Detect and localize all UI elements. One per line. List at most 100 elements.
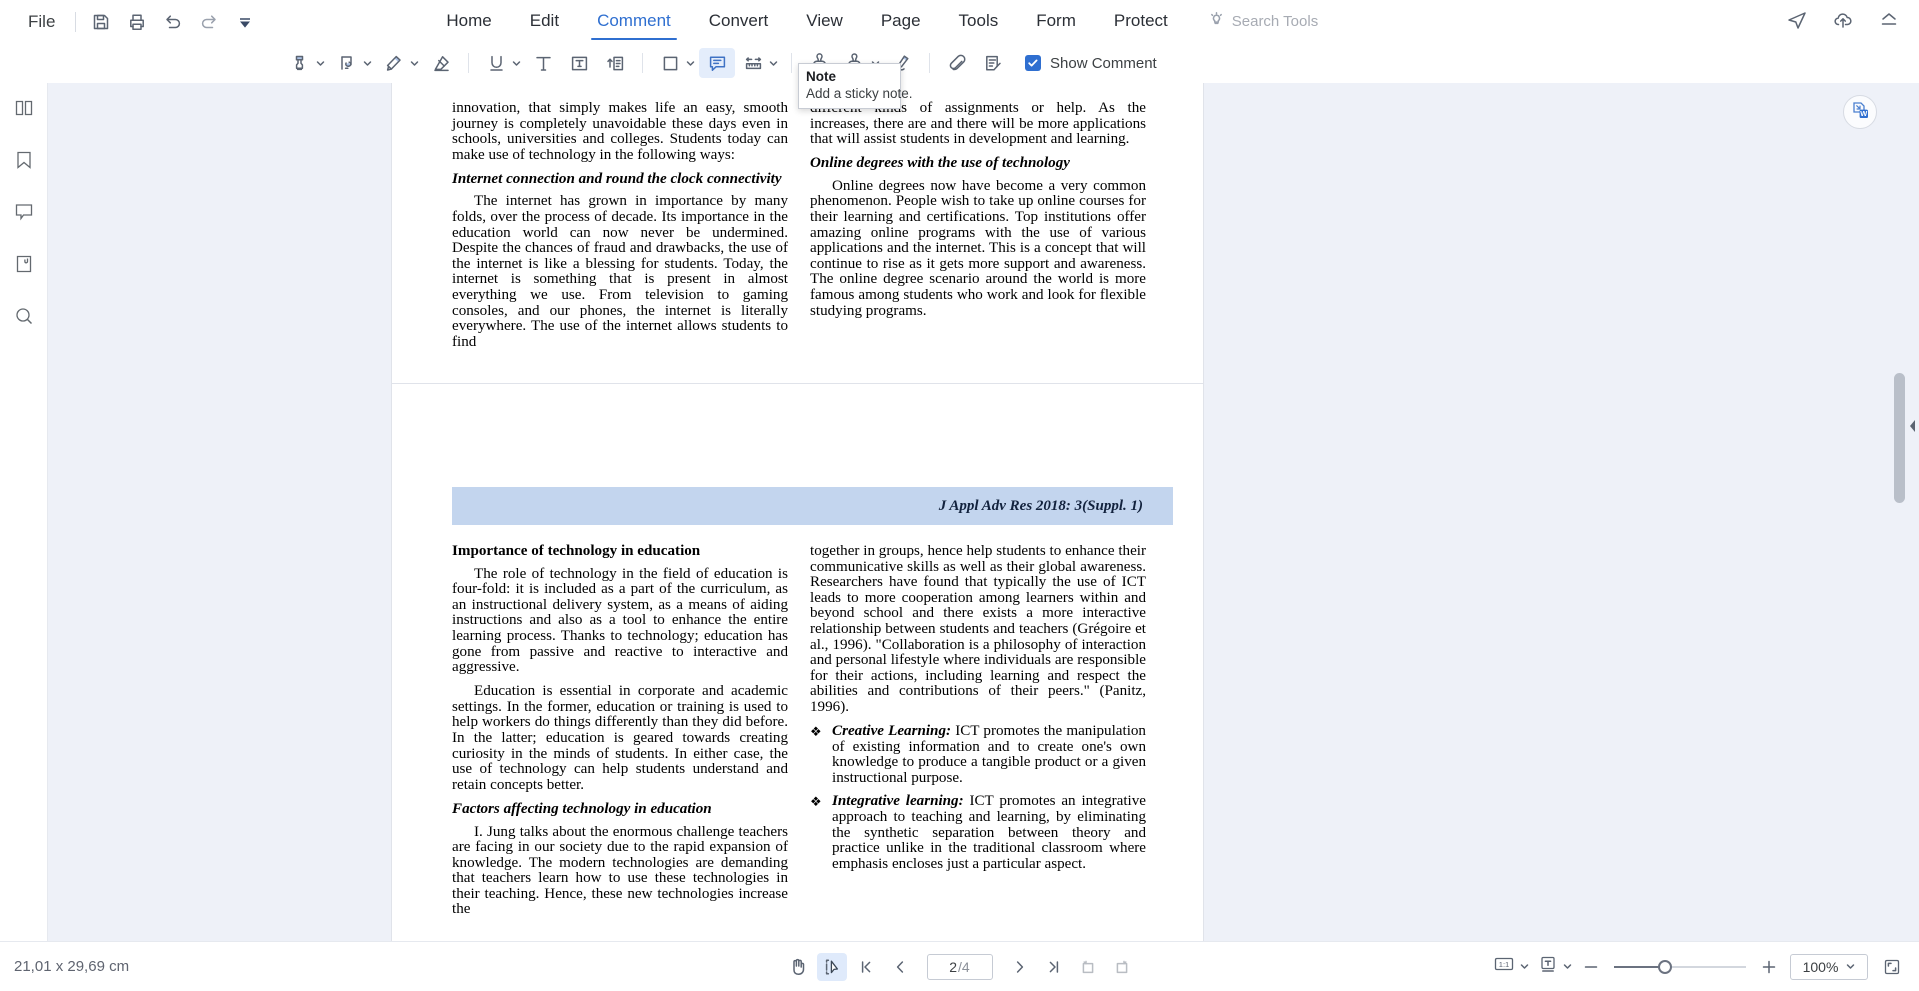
- tab-view[interactable]: View: [804, 1, 845, 42]
- current-page-value: 2: [949, 958, 958, 975]
- hand-tool[interactable]: [783, 953, 813, 981]
- pencil-tool[interactable]: [376, 48, 423, 78]
- chevron-down-icon[interactable]: [315, 58, 325, 68]
- area-highlight-tool[interactable]: [329, 48, 376, 78]
- show-comment-checkbox[interactable]: Show Comment: [1025, 55, 1157, 72]
- chevron-down-icon[interactable]: [685, 58, 695, 68]
- sticky-note-tooltip: Note Add a sticky note.: [798, 63, 913, 109]
- list-item: ❖ Creative Learning: ICT promotes the ma…: [810, 723, 1146, 786]
- chevron-down-icon[interactable]: [1845, 962, 1855, 972]
- comment-panel-icon[interactable]: [11, 199, 37, 225]
- previous-page-button[interactable]: [885, 953, 915, 981]
- tab-edit[interactable]: Edit: [528, 1, 561, 42]
- actual-size-button[interactable]: 1:1: [1489, 953, 1531, 981]
- chevron-down-icon[interactable]: [1562, 962, 1572, 972]
- total-pages-value: /4: [958, 958, 970, 975]
- area-highlight-icon: [333, 50, 361, 76]
- svg-text:W: W: [1860, 109, 1867, 118]
- show-comment-label: Show Comment: [1050, 54, 1157, 72]
- pdf-page-2: J Appl Adv Res 2018: 3(Suppl. 1) Importa…: [391, 383, 1204, 941]
- zoom-out-button[interactable]: [1577, 953, 1605, 981]
- tab-tools[interactable]: Tools: [957, 1, 1001, 42]
- ribbon-tabs: Home Edit Comment Convert View Page Tool…: [444, 1, 1169, 42]
- slider-handle[interactable]: [1658, 959, 1672, 974]
- page-navigation-controls: 2 /4: [783, 952, 1137, 981]
- chevron-down-icon[interactable]: [511, 58, 521, 68]
- eraser-tool[interactable]: [423, 48, 459, 78]
- section-heading: Importance of technology in education: [452, 543, 701, 559]
- undo-icon[interactable]: [162, 11, 184, 33]
- cloud-upload-icon[interactable]: [1831, 8, 1855, 32]
- measure-tool[interactable]: [735, 48, 782, 78]
- chevron-down-icon[interactable]: [362, 58, 372, 68]
- select-tool[interactable]: [816, 952, 847, 981]
- menu-bar: File Home Edit Comment Convert View Page…: [0, 0, 1919, 43]
- zoom-in-button[interactable]: [1755, 953, 1783, 981]
- attachment-tool[interactable]: [939, 48, 975, 78]
- add-text-tool[interactable]: [525, 48, 561, 78]
- customize-dropdown-icon[interactable]: [234, 11, 256, 33]
- redo-icon: [198, 11, 220, 33]
- list-item-label: Creative Learning:: [832, 723, 952, 740]
- last-page-button[interactable]: [1039, 953, 1069, 981]
- chevron-down-icon[interactable]: [1519, 962, 1529, 972]
- page-number-input[interactable]: 2 /4: [926, 953, 993, 980]
- first-page-button[interactable]: [851, 953, 881, 981]
- divider: [75, 11, 77, 32]
- journal-citation-banner: J Appl Adv Res 2018: 3(Suppl. 1): [452, 487, 1173, 525]
- convert-to-word-button[interactable]: W: [1843, 95, 1877, 129]
- text-icon: [529, 50, 557, 76]
- callout-tool[interactable]: [597, 48, 633, 78]
- page-dimensions-label: 21,01 x 29,69 cm: [14, 958, 130, 975]
- tab-comment[interactable]: Comment: [591, 1, 677, 42]
- expand-right-panel-handle[interactable]: [1905, 412, 1919, 440]
- highlight-tool[interactable]: [282, 48, 329, 78]
- divider: [468, 53, 469, 73]
- text-box-tool[interactable]: [561, 48, 597, 78]
- sticky-note-icon: [703, 50, 731, 76]
- next-page-button[interactable]: [1005, 953, 1035, 981]
- underline-tool[interactable]: [478, 48, 525, 78]
- thumbnails-panel-icon[interactable]: [11, 95, 37, 121]
- measure-icon: [739, 50, 767, 76]
- rotate-left-button[interactable]: [1073, 953, 1103, 981]
- page2-left-column: Importance of technology in education Th…: [452, 543, 788, 927]
- tooltip-title: Note: [806, 69, 836, 84]
- pdf-reader-window: File Home Edit Comment Convert View Page…: [0, 0, 1919, 991]
- rectangle-icon: [656, 50, 684, 76]
- chevron-down-icon[interactable]: [768, 58, 778, 68]
- scrollbar-thumb[interactable]: [1894, 373, 1905, 503]
- tab-page[interactable]: Page: [879, 1, 923, 42]
- attachment-panel-icon[interactable]: [11, 251, 37, 277]
- shape-tool[interactable]: [652, 48, 699, 78]
- send-icon[interactable]: [1785, 8, 1809, 32]
- window-actions: [1785, 8, 1901, 32]
- paragraph: Online degrees now have become a very co…: [810, 177, 1146, 319]
- tab-form[interactable]: Form: [1034, 1, 1078, 42]
- bullet-marker: ❖: [810, 794, 822, 810]
- tab-home[interactable]: Home: [444, 1, 493, 42]
- comment-list-tool[interactable]: [975, 48, 1011, 78]
- page-fit-button[interactable]: [1534, 953, 1574, 981]
- paragraph: I. Jung talks about the enormous challen…: [452, 823, 788, 918]
- slider-fill: [1614, 965, 1664, 968]
- file-menu-button[interactable]: File: [18, 8, 65, 36]
- print-icon[interactable]: [126, 11, 148, 33]
- list-item-text: Integrative learning: ICT promotes an in…: [832, 794, 1146, 872]
- divider: [929, 53, 930, 73]
- vertical-scrollbar[interactable]: [1894, 83, 1905, 941]
- save-icon[interactable]: [90, 11, 112, 33]
- zoom-level-dropdown[interactable]: 100%: [1790, 953, 1868, 980]
- collapse-ribbon-icon[interactable]: [1877, 8, 1901, 32]
- bookmark-panel-icon[interactable]: [11, 147, 37, 173]
- chevron-down-icon[interactable]: [409, 58, 419, 68]
- tab-protect[interactable]: Protect: [1112, 1, 1170, 42]
- sticky-note-tool[interactable]: [699, 48, 735, 78]
- fullscreen-button[interactable]: [1877, 953, 1907, 981]
- tab-convert[interactable]: Convert: [707, 1, 771, 42]
- rotate-right-button[interactable]: [1107, 953, 1137, 981]
- search-tools-field[interactable]: Search Tools: [1208, 11, 1318, 33]
- search-panel-icon[interactable]: [11, 303, 37, 329]
- list-item-label: Integrative learning:: [832, 793, 964, 810]
- zoom-slider[interactable]: [1614, 953, 1746, 981]
